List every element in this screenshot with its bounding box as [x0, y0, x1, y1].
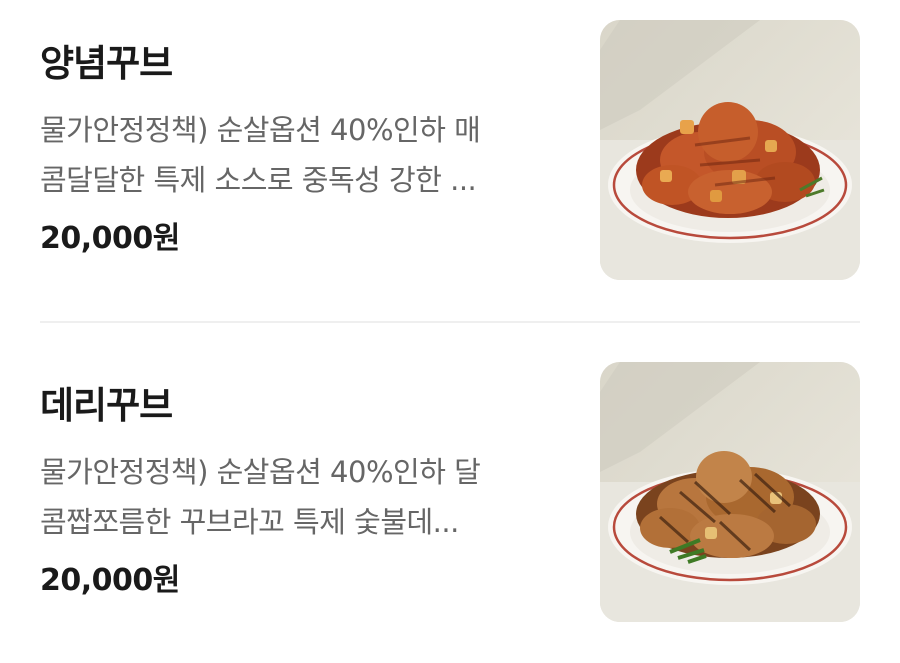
menu-item-name: 데리꾸브	[40, 384, 173, 427]
menu-item-photo[interactable]	[600, 20, 860, 280]
menu-item-price: 20,000원	[40, 563, 180, 598]
menu-item-name: 양념꾸브	[40, 42, 173, 85]
menu-item-description-line1: 물가안정정책) 순살옵션 40%인하 매	[40, 113, 481, 147]
menu-item-photo[interactable]	[600, 362, 860, 622]
menu-item-yangnyeom[interactable]: 양념꾸브 물가안정정책) 순살옵션 40%인하 매 콤달달한 특제 소스로 중독…	[0, 0, 900, 300]
menu-item-deri[interactable]: 데리꾸브 물가안정정책) 순살옵션 40%인하 달 콤짭쪼름한 꾸브라꼬 특제 …	[0, 342, 900, 642]
deri-chicken-plate-image	[600, 362, 860, 622]
menu-item-price: 20,000원	[40, 221, 180, 256]
menu-item-description-line1: 물가안정정책) 순살옵션 40%인하 달	[40, 455, 481, 489]
menu-item-description-line2: 콤달달한 특제 소스로 중독성 강한 ...	[40, 163, 477, 197]
menu-list: 양념꾸브 물가안정정책) 순살옵션 40%인하 매 콤달달한 특제 소스로 중독…	[0, 0, 900, 663]
yangnyeom-chicken-plate-image	[600, 20, 860, 280]
item-divider	[40, 321, 860, 323]
menu-item-description-line2: 콤짭쪼름한 꾸브라꼬 특제 숯불데...	[40, 505, 459, 539]
